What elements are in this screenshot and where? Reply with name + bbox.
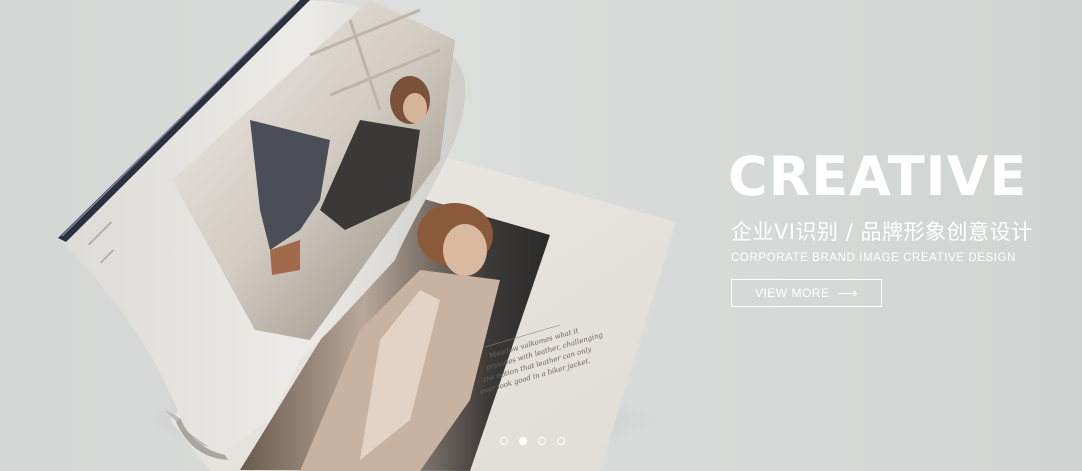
arrow-right-icon: ⟶	[837, 285, 859, 301]
hero-subtitle-cn: 企业VI识别 / 品牌形象创意设计	[731, 220, 1033, 244]
view-more-button[interactable]: VIEW MORE ⟶	[731, 279, 882, 307]
pagination-dot-3[interactable]	[538, 437, 546, 445]
pagination-dot-4[interactable]	[557, 437, 565, 445]
pagination-dot-1[interactable]	[500, 437, 508, 445]
hero-subtitle-en: CORPORATE BRAND IMAGE CREATIVE DESIGN	[731, 252, 1017, 264]
carousel-pagination	[500, 437, 565, 445]
view-more-label: VIEW MORE	[754, 286, 830, 300]
pagination-dot-2[interactable]	[519, 437, 527, 445]
magazine-illustration: Meadow valkomes what it provides with le…	[58, 0, 676, 471]
hero-banner: Meadow valkomes what it provides with le…	[0, 0, 1082, 471]
hero-title: CREATIVE	[728, 145, 1028, 208]
